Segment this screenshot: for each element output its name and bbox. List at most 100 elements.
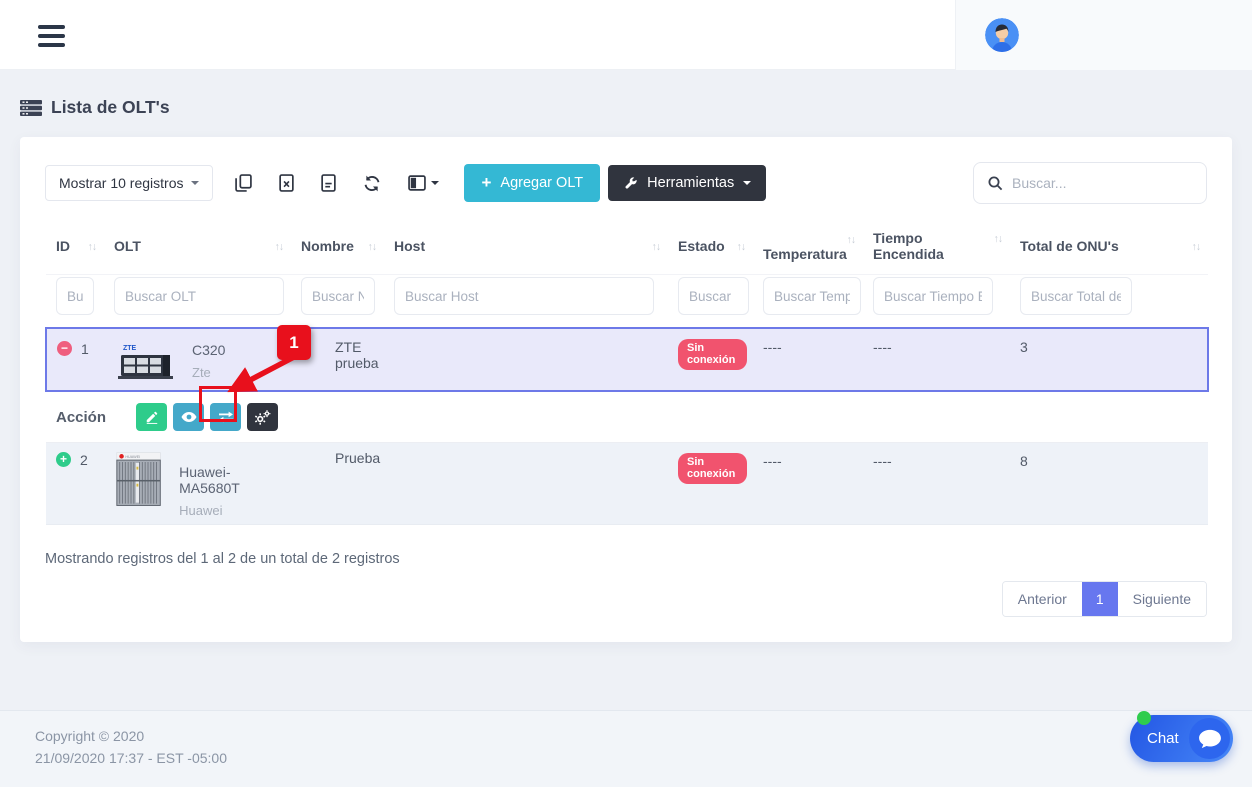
filter-id-input[interactable] <box>56 277 94 315</box>
eye-icon <box>181 411 197 423</box>
sort-icon <box>847 234 856 246</box>
chevron-down-icon <box>191 181 199 185</box>
settings-olt-button[interactable] <box>247 403 278 431</box>
row-id: 1 <box>81 341 89 357</box>
column-header-id[interactable]: ID <box>46 222 104 275</box>
annotation-arrow <box>218 352 308 402</box>
table-toolbar: Mostrar 10 registros <box>45 162 1207 204</box>
olt-nombre: Prueba <box>291 443 384 525</box>
pagination-next[interactable]: Siguiente <box>1118 582 1206 616</box>
edit-pencil-icon <box>145 410 159 424</box>
filter-estado-input[interactable] <box>678 277 749 315</box>
zte-device-image: ZTE <box>114 339 176 384</box>
header-row: ID OLT Nombre Host Estado Temperatura Ti… <box>46 222 1208 275</box>
refresh-icon[interactable] <box>363 175 381 192</box>
show-entries-label: Mostrar 10 registros <box>59 175 183 191</box>
tools-label: Herramientas <box>647 175 734 191</box>
column-header-estado[interactable]: Estado <box>668 222 753 275</box>
filter-host-input[interactable] <box>394 277 654 315</box>
column-header-tiempo-encendida[interactable]: Tiempo Encendida <box>863 222 1010 275</box>
pagination: Anterior 1 Siguiente <box>45 581 1207 617</box>
column-header-nombre[interactable]: Nombre <box>291 222 384 275</box>
sort-icon <box>275 241 284 253</box>
export-tools <box>235 174 439 192</box>
copy-icon[interactable] <box>235 174 252 192</box>
chat-bubble-circle <box>1189 718 1230 759</box>
add-olt-button[interactable]: Agregar OLT <box>464 164 600 202</box>
hamburger-bar <box>38 43 65 47</box>
screen: Lista de OLT's Mostrar 10 registros <box>0 0 1252 787</box>
gears-icon <box>254 410 271 425</box>
filter-nombre-input[interactable] <box>301 277 375 315</box>
sort-icon <box>994 233 1003 245</box>
server-icon <box>20 100 42 116</box>
row-id: 2 <box>80 452 88 468</box>
olt-model: Huawei-MA5680T <box>179 450 285 496</box>
global-search <box>973 162 1207 204</box>
sort-icon <box>737 241 746 253</box>
export-file-icon[interactable] <box>321 174 336 192</box>
pagination-previous[interactable]: Anterior <box>1003 582 1082 616</box>
svg-text:HUAWEI: HUAWEI <box>125 455 140 459</box>
column-header-olt[interactable]: OLT <box>104 222 291 275</box>
show-entries-dropdown[interactable]: Mostrar 10 registros <box>45 165 213 201</box>
olt-temperatura: ---- <box>753 328 863 391</box>
expand-row-icon[interactable] <box>56 452 71 467</box>
online-status-dot <box>1137 711 1151 725</box>
sort-icon <box>652 241 661 253</box>
huawei-device-image: HUAWEI <box>114 450 163 508</box>
table-info: Mostrando registros del 1 al 2 de un tot… <box>45 551 1207 567</box>
page-content: Lista de OLT's Mostrar 10 registros <box>0 71 1252 642</box>
search-icon <box>987 175 1003 191</box>
olt-brand: Huawei <box>179 503 285 518</box>
sort-icon <box>368 241 377 253</box>
chevron-down-icon <box>431 181 439 185</box>
pagination-page-1[interactable]: 1 <box>1082 582 1118 616</box>
add-olt-label: Agregar OLT <box>500 175 583 191</box>
export-excel-icon[interactable] <box>279 174 294 192</box>
page-title-text: Lista de OLT's <box>51 97 170 118</box>
olt-tiempo-encendida: ---- <box>863 328 1010 391</box>
filter-tiempo-input[interactable] <box>873 277 993 315</box>
collapse-row-icon[interactable] <box>57 341 72 356</box>
edit-olt-button[interactable] <box>136 403 167 431</box>
page-title: Lista de OLT's <box>20 97 1252 118</box>
filter-total-input[interactable] <box>1020 277 1132 315</box>
tools-dropdown-button[interactable]: Herramientas <box>608 165 766 201</box>
olt-host <box>384 443 668 525</box>
chevron-down-icon <box>743 181 751 185</box>
topbar-right-panel <box>955 0 1252 70</box>
olt-temperatura: ---- <box>753 443 863 525</box>
olt-total-onus: 3 <box>1010 328 1208 391</box>
chat-label: Chat <box>1147 730 1179 747</box>
olt-total-onus: 8 <box>1010 443 1208 525</box>
filter-row <box>46 275 1208 329</box>
column-header-temperatura[interactable]: Temperatura <box>753 222 863 275</box>
search-input[interactable] <box>1012 175 1193 191</box>
sort-icon <box>88 241 97 253</box>
user-avatar[interactable] <box>985 18 1019 52</box>
topbar <box>0 0 1252 70</box>
plus-icon <box>481 174 491 192</box>
hamburger-bar <box>38 25 65 29</box>
speech-bubble-icon <box>1198 729 1222 749</box>
olt-row-2: 2 HUAWEI <box>46 443 1208 525</box>
filter-temperatura-input[interactable] <box>763 277 861 315</box>
hamburger-menu-icon[interactable] <box>38 25 65 47</box>
status-badge: Sin conexión <box>678 453 747 484</box>
action-label: Acción <box>56 409 106 426</box>
status-badge: Sin conexión <box>678 339 747 370</box>
footer: Copyright © 2020 21/09/2020 17:37 - EST … <box>0 710 1252 787</box>
olt-host <box>384 328 668 391</box>
column-header-total-onus[interactable]: Total de ONU's <box>1010 222 1208 275</box>
sort-icon <box>1192 241 1201 253</box>
hamburger-bar <box>38 34 65 38</box>
chat-widget-button[interactable]: Chat <box>1130 715 1233 762</box>
wrench-icon <box>623 176 638 191</box>
column-visibility-icon[interactable] <box>408 175 439 191</box>
olt-tiempo-encendida: ---- <box>863 443 1010 525</box>
column-header-host[interactable]: Host <box>384 222 668 275</box>
footer-datetime: 21/09/2020 17:37 - EST -05:00 <box>35 748 1252 770</box>
filter-olt-input[interactable] <box>114 277 284 315</box>
svg-text:ZTE: ZTE <box>123 345 137 352</box>
